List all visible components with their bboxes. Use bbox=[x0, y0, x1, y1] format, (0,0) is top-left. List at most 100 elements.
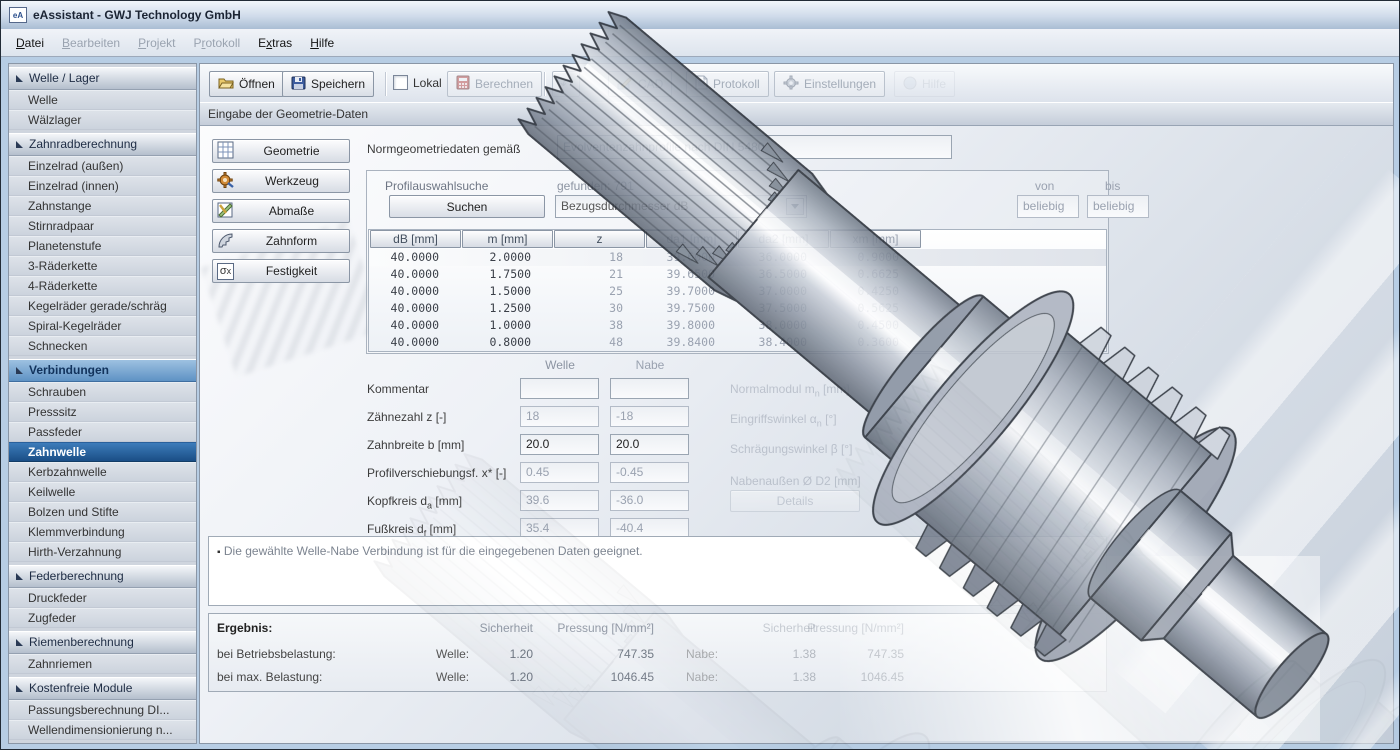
open-button[interactable]: Öffnen bbox=[209, 71, 284, 97]
sidebar-item-bolzen-stifte[interactable]: Bolzen und Stifte bbox=[9, 502, 196, 522]
menu-protokoll: Protokoll bbox=[184, 32, 249, 54]
zahnform-button[interactable]: Zahnform bbox=[212, 229, 350, 253]
sidebar-item-wellendimensionierung[interactable]: Wellendimensionierung n... bbox=[9, 720, 196, 740]
protocol-button: Protokoll bbox=[686, 71, 769, 97]
sidebar-item-planetenstufe[interactable]: Planetenstufe bbox=[9, 236, 196, 256]
main-panel: Öffnen Speichern Lokal Berechnen ↶ CAD bbox=[199, 63, 1394, 744]
sidebar-item-welle[interactable]: Welle bbox=[9, 90, 196, 110]
sidebar-item-3-raederkette[interactable]: 3-Räderkette bbox=[9, 256, 196, 276]
norm-combobox[interactable]: Evolventenzahnprofile nach DIN 5480 bbox=[557, 135, 952, 159]
sidebar-item-einzelrad-aussen[interactable]: Einzelrad (außen) bbox=[9, 156, 196, 176]
column-header-da2[interactable]: da2 [mm] bbox=[738, 230, 829, 248]
sidebar-item-schrauben[interactable]: Schrauben bbox=[9, 382, 196, 402]
zahnbreite-welle-field[interactable]: 20.0 bbox=[520, 434, 599, 455]
row-label: bei max. Belastung: bbox=[217, 670, 322, 684]
settings-button: Einstellungen bbox=[774, 71, 885, 97]
nabe-label: Nabe: bbox=[686, 670, 718, 684]
sidebar-item-zahnwelle[interactable]: Zahnwelle bbox=[9, 442, 196, 462]
toolbar-separator bbox=[385, 72, 386, 96]
sidebar-item-zahnriemen[interactable]: Zahnriemen bbox=[9, 654, 196, 674]
geometrie-button[interactable]: Geometrie bbox=[212, 139, 350, 163]
cad-pencil-icon bbox=[617, 76, 633, 93]
expand-triangle-icon bbox=[16, 573, 23, 580]
table-row[interactable]: 40.00001.25003039.750037.50000.5625 bbox=[369, 300, 1106, 317]
welle-column-header: Welle bbox=[520, 358, 600, 372]
local-checkbox-label: Lokal bbox=[413, 76, 442, 90]
sidebar-item-zugfeder[interactable]: Zugfeder bbox=[9, 608, 196, 628]
sidebar-header-welle-lager[interactable]: Welle / Lager bbox=[9, 67, 196, 90]
expand-triangle-icon bbox=[16, 639, 23, 646]
table-row[interactable]: 40.00001.50002539.700037.00000.4250 bbox=[369, 283, 1106, 300]
bis-field[interactable]: beliebig bbox=[1087, 195, 1149, 218]
save-button[interactable]: Speichern bbox=[282, 71, 374, 97]
results-title: Ergebnis: bbox=[217, 621, 272, 635]
sidebar-item-stirnradpaar[interactable]: Stirnradpaar bbox=[9, 216, 196, 236]
form-area: Geometrie Werkzeug Abmaße Zahnform σx Fe… bbox=[200, 126, 1393, 743]
folder-open-icon bbox=[218, 76, 234, 93]
sidebar-item-druckfeder[interactable]: Druckfeder bbox=[9, 588, 196, 608]
cad-button: CAD bbox=[608, 71, 672, 97]
gear-tooth-icon bbox=[217, 231, 234, 252]
column-header-m[interactable]: m [mm] bbox=[462, 230, 553, 248]
table-row[interactable]: 40.00001.00003839.800038.00000.4500 bbox=[369, 317, 1106, 334]
column-header-z[interactable]: z bbox=[554, 230, 645, 248]
sidebar-item-einzelrad-innen[interactable]: Einzelrad (innen) bbox=[9, 176, 196, 196]
sidebar-item-kerbzahnwelle[interactable]: Kerbzahnwelle bbox=[9, 462, 196, 482]
zahnbreite-nabe-field[interactable]: 20.0 bbox=[610, 434, 689, 455]
sidebar-header-kostenfreie-module[interactable]: Kostenfreie Module bbox=[9, 677, 196, 700]
title-bar: eA eAssistant - GWJ Technology GmbH bbox=[1, 1, 1399, 30]
sidebar-item-passungsberechnung[interactable]: Passungsberechnung DI... bbox=[9, 700, 196, 720]
table-row[interactable]: 40.00002.00001839.600036.00000.9000 bbox=[369, 249, 1106, 266]
table-row[interactable]: 40.00001.75002139.650036.50000.6625 bbox=[369, 266, 1106, 283]
sidebar-header-riemenberechnung[interactable]: Riemenberechnung bbox=[9, 631, 196, 654]
sidebar-header-verbindungen[interactable]: Verbindungen bbox=[9, 359, 196, 382]
von-field[interactable]: beliebig bbox=[1017, 195, 1079, 218]
sidebar-header-zahnradberechnung[interactable]: Zahnradberechnung bbox=[9, 133, 196, 156]
sidebar-item-schnecken[interactable]: Schnecken bbox=[9, 336, 196, 356]
menu-datei[interactable]: Datei bbox=[7, 32, 53, 54]
sicherheit-header: Sicherheit bbox=[433, 621, 533, 635]
zaehnezahl-nabe-field: -18 bbox=[610, 406, 689, 427]
search-button[interactable]: Suchen bbox=[389, 195, 545, 218]
werkzeug-button[interactable]: Werkzeug bbox=[212, 169, 350, 193]
column-header-db[interactable]: dB [mm] bbox=[370, 230, 461, 248]
ruler-pencil-icon bbox=[217, 201, 234, 222]
welle-pressung-value: 747.35 bbox=[529, 647, 654, 661]
table-row[interactable]: 40.00000.80004839.840038.40000.3600 bbox=[369, 334, 1106, 351]
menu-bar: Datei Bearbeiten Projekt Protokoll Extra… bbox=[1, 29, 1400, 57]
sidebar: Welle / Lager Welle Wälzlager Zahnradber… bbox=[8, 63, 197, 744]
sidebar-header-federberechnung[interactable]: Federberechnung bbox=[9, 565, 196, 588]
welle-pressung-value: 1046.45 bbox=[529, 670, 654, 684]
sidebar-item-4-raederkette[interactable]: 4-Räderkette bbox=[9, 276, 196, 296]
kommentar-welle-field[interactable] bbox=[520, 378, 599, 399]
tool-gear-icon bbox=[217, 171, 235, 192]
expand-triangle-icon bbox=[16, 367, 23, 374]
column-header-xm[interactable]: xm [mm] bbox=[830, 230, 921, 248]
column-header-da1[interactable]: da1 [mm] bbox=[646, 230, 737, 248]
sigma-icon: σx bbox=[217, 263, 234, 280]
pressung-header: Pressung [N/mm²] bbox=[529, 621, 654, 635]
abmasse-button[interactable]: Abmaße bbox=[212, 199, 350, 223]
schraegungswinkel-label: Schrägungswinkel β [°] bbox=[730, 442, 852, 458]
festigkeit-button[interactable]: σx Festigkeit bbox=[212, 259, 350, 283]
menu-hilfe[interactable]: Hilfe bbox=[301, 32, 343, 54]
sidebar-item-kegelraeder[interactable]: Kegelräder gerade/schräg bbox=[9, 296, 196, 316]
sidebar-item-keilwelle[interactable]: Keilwelle bbox=[9, 482, 196, 502]
normalmodul-label: Normalmodul mn [mm] bbox=[730, 382, 850, 398]
menu-extras[interactable]: Extras bbox=[249, 32, 301, 54]
sidebar-item-passfeder[interactable]: Passfeder bbox=[9, 422, 196, 442]
sidebar-item-presssitz[interactable]: Presssitz bbox=[9, 402, 196, 422]
search-criterion-combobox[interactable]: Bezugsdurchmesser dB bbox=[555, 195, 807, 218]
kommentar-nabe-field[interactable] bbox=[610, 378, 689, 399]
profilverschiebung-label: Profilverschiebungsf. x* [-] bbox=[367, 466, 506, 482]
sidebar-item-zahnstange[interactable]: Zahnstange bbox=[9, 196, 196, 216]
chevron-down-icon[interactable] bbox=[786, 198, 804, 215]
sidebar-item-waelzlager[interactable]: Wälzlager bbox=[9, 110, 196, 130]
sidebar-item-hirth-verzahnung[interactable]: Hirth-Verzahnung bbox=[9, 542, 196, 562]
profile-search-label: Profilauswahlsuche bbox=[385, 179, 488, 193]
sidebar-item-spiral-kegelraeder[interactable]: Spiral-Kegelräder bbox=[9, 316, 196, 336]
kommentar-label: Kommentar bbox=[367, 382, 429, 398]
menu-projekt: Projekt bbox=[129, 32, 184, 54]
local-checkbox[interactable] bbox=[393, 75, 408, 90]
sidebar-item-klemmverbindung[interactable]: Klemmverbindung bbox=[9, 522, 196, 542]
